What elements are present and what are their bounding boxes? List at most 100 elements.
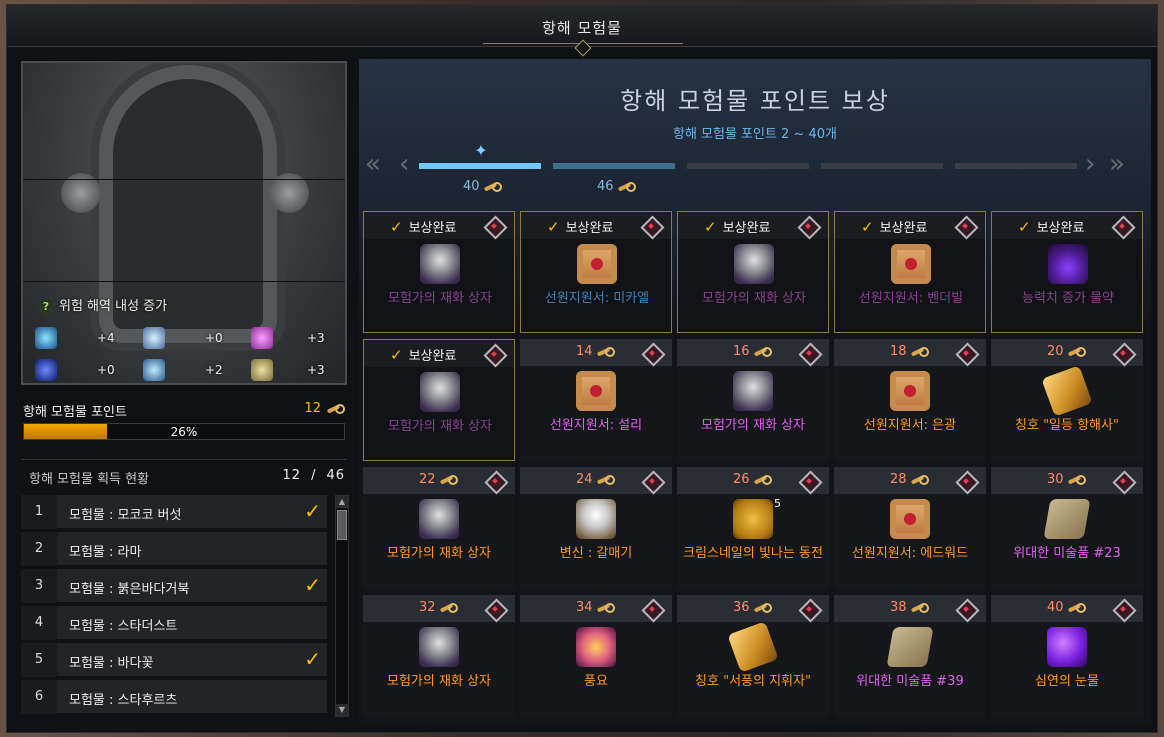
title-scroll-icon: [1041, 365, 1093, 417]
scroll-icon: [890, 499, 930, 539]
reward-points-value: 26: [733, 472, 750, 487]
stat-value: +0: [205, 331, 223, 345]
reward-name: 선원지원서: 벤더빌: [858, 291, 964, 306]
reward-cell[interactable]: 보상완료모험가의 재화 상자: [363, 211, 515, 333]
reward-points-value: 14: [576, 344, 593, 359]
reward-badge-icon: [955, 216, 975, 236]
reward-cell[interactable]: 14 선원지원서: 설리: [520, 339, 672, 461]
artifact-stage: ? 위험 해역 내성 증가 +4 +0 +3 +0 +2 +3: [21, 61, 347, 385]
reward-cell[interactable]: 보상완료능력치 증가 물약: [991, 211, 1143, 333]
reward-header: 32: [363, 595, 515, 622]
chest-icon: [420, 372, 460, 412]
stat-value: +2: [205, 363, 223, 377]
acquired-count: 12: [282, 468, 302, 483]
reward-name: 선원지원서: 미카엘: [544, 291, 650, 306]
reward-cell[interactable]: 16 모험가의 재화 상자: [677, 339, 829, 461]
tier-bar[interactable]: [419, 163, 541, 169]
seagull-icon: [576, 499, 616, 539]
reward-points: 32: [419, 600, 458, 615]
tier-bar[interactable]: [553, 163, 675, 169]
reward-points-value: 34: [576, 600, 593, 615]
reward-cell[interactable]: 18 선원지원서: 은광: [834, 339, 986, 461]
list-item[interactable]: 3 모험물 : 붉은바다거북 ✓: [21, 569, 327, 603]
reward-name: 모험가의 재화 상자: [388, 419, 492, 434]
stat-item: +3: [251, 359, 341, 383]
reward-badge-icon: [799, 343, 819, 363]
list-item[interactable]: 6 모험물 : 스타후르츠: [21, 680, 327, 714]
reward-cell[interactable]: 28 선원지원서: 에드워드: [834, 467, 986, 589]
reward-cell[interactable]: 보상완료선원지원서: 미카엘: [520, 211, 672, 333]
scroll-up-button[interactable]: ▲: [336, 496, 348, 508]
stat-item: +2: [143, 359, 233, 383]
reward-points: 22: [419, 472, 458, 487]
stat-value: +0: [97, 363, 115, 377]
reward-name: 변신 : 갈매기: [559, 546, 633, 561]
gem-icon: [1047, 627, 1087, 667]
reward-cell[interactable]: 24 변신 : 갈매기: [520, 467, 672, 589]
art-icon: [1043, 499, 1091, 539]
next-page-icon[interactable]: ›: [1085, 149, 1095, 179]
title-ornament: [483, 43, 683, 49]
tier-label-value: 40: [463, 179, 480, 194]
list-item[interactable]: 2 모험물 : 라마: [21, 532, 327, 566]
list-item-name: 모험물 : 스타후르츠: [69, 693, 178, 708]
list-item-index: 2: [21, 532, 57, 566]
reward-cell[interactable]: 보상완료모험가의 재화 상자: [677, 211, 829, 333]
reward-cell[interactable]: 20 칭호 "일등 항해사": [991, 339, 1143, 461]
reward-name: 모험가의 재화 상자: [702, 291, 806, 306]
reward-points-value: 20: [1047, 344, 1064, 359]
reward-name: 모험가의 재화 상자: [388, 291, 492, 306]
reward-header: 22: [363, 467, 515, 494]
key-icon: [754, 474, 772, 485]
list-item[interactable]: 4 모험물 : 스타더스트: [21, 606, 327, 640]
reward-cell[interactable]: 보상완료선원지원서: 벤더빌: [834, 211, 986, 333]
key-icon: [618, 181, 636, 192]
reward-subheading: 항해 모험물 포인트 2 ~ 40개: [672, 127, 837, 142]
reward-points-value: 16: [733, 344, 750, 359]
list-item-index: 3: [21, 569, 57, 603]
reward-badge-icon: [956, 599, 976, 619]
points-value: 12: [304, 401, 321, 416]
window-title: 항해 모험물: [542, 19, 622, 37]
reward-points-value: 22: [419, 472, 436, 487]
reward-cell[interactable]: 보상완료모험가의 재화 상자: [363, 339, 515, 461]
artifact-list: 1 모험물 : 모코코 버섯 ✓ 2 모험물 : 라마 3 모험물 : 붉은바다거북 ✓ 4 모험…: [21, 495, 327, 717]
scroll-down-button[interactable]: ▼: [336, 704, 348, 716]
reward-cell[interactable]: 36 칭호 "서풍의 지휘자": [677, 595, 829, 717]
tier-bar[interactable]: [955, 163, 1077, 169]
reward-cell[interactable]: 22 모험가의 재화 상자: [363, 467, 515, 589]
reward-cell[interactable]: 40 심연의 눈물: [991, 595, 1143, 717]
key-icon: [754, 346, 772, 357]
chest-icon: [420, 244, 460, 284]
reward-cell[interactable]: 34 풍요: [520, 595, 672, 717]
reward-badge-icon: [1113, 343, 1133, 363]
claimed-label: 보상완료: [390, 217, 457, 236]
prev-page-icon[interactable]: ‹: [399, 149, 409, 179]
first-page-icon[interactable]: «: [365, 149, 381, 179]
progress-text: 26%: [170, 425, 198, 439]
reward-badge-icon: [1113, 599, 1133, 619]
reward-badge-icon: [485, 599, 505, 619]
tier-bar[interactable]: [821, 163, 943, 169]
key-icon: [911, 346, 929, 357]
reward-quantity: 5: [774, 497, 781, 510]
list-item-index: 5: [21, 643, 57, 677]
list-item-name: 모험물 : 붉은바다거북: [69, 582, 190, 597]
reward-cell[interactable]: 30 위대한 미술품 #23: [991, 467, 1143, 589]
stat-item: +3: [251, 327, 341, 351]
potion-icon: [1048, 244, 1088, 284]
list-item[interactable]: 1 모험물 : 모코코 버섯 ✓: [21, 495, 327, 529]
reward-points-value: 36: [733, 600, 750, 615]
reward-badge-icon: [799, 599, 819, 619]
list-item[interactable]: 5 모험물 : 바다꽃 ✓: [21, 643, 327, 677]
scroll-thumb[interactable]: [337, 510, 347, 540]
reward-cell[interactable]: 32 모험가의 재화 상자: [363, 595, 515, 717]
tier-bar[interactable]: [687, 163, 809, 169]
help-icon[interactable]: ?: [39, 300, 53, 314]
reward-cell[interactable]: 26 5 크림스네일의 빛나는 동전: [677, 467, 829, 589]
reward-cell[interactable]: 38 위대한 미술품 #39: [834, 595, 986, 717]
tier-label: 40: [463, 179, 502, 194]
last-page-icon[interactable]: »: [1109, 149, 1125, 179]
list-scrollbar[interactable]: ▲ ▼: [335, 495, 349, 717]
acquisition-label: 항해 모험물 획득 현황: [29, 472, 150, 487]
